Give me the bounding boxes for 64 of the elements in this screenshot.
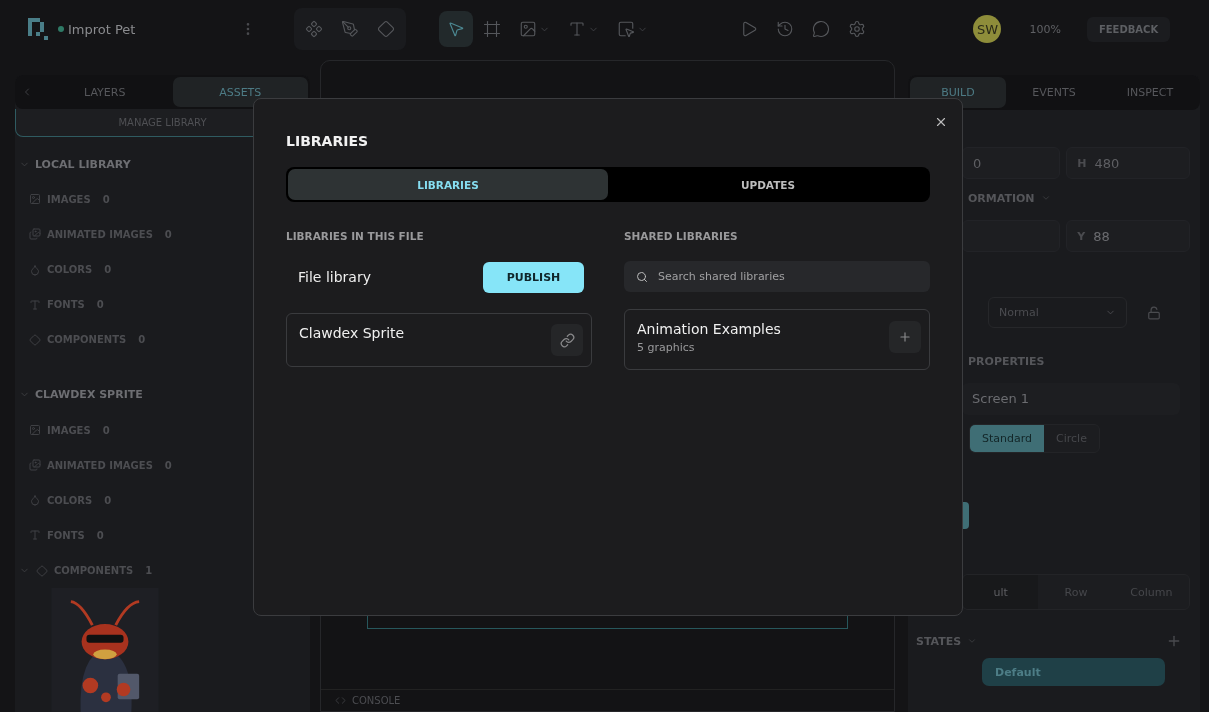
- play-icon: [740, 20, 759, 38]
- close-icon[interactable]: [934, 115, 948, 129]
- add-icon[interactable]: [1166, 633, 1182, 649]
- cursor-box-icon: [617, 20, 636, 38]
- panel-tab[interactable]: EVENTS: [1006, 77, 1102, 108]
- comment-icon: [812, 20, 831, 38]
- library-card[interactable]: Animation Examples 5 graphics: [624, 309, 930, 370]
- x-field[interactable]: [962, 220, 1061, 252]
- feedback-button[interactable]: FEEDBACK: [1086, 16, 1171, 42]
- search-input[interactable]: Search shared libraries: [656, 269, 918, 284]
- pointer-icon: [447, 20, 466, 38]
- add-icon: [898, 330, 912, 344]
- column-heading: LIBRARIES IN THIS FILE: [286, 230, 425, 244]
- search-icon: [636, 270, 648, 283]
- publish-button[interactable]: PUBLISH: [483, 261, 584, 293]
- library-name: Clawdex Sprite: [299, 325, 405, 341]
- image-icon: [519, 20, 538, 38]
- panel-tab[interactable]: INSPECT: [1102, 77, 1198, 108]
- diamond-icon: [29, 333, 41, 346]
- section-heading: STATES: [916, 634, 962, 648]
- section-title: CLAWDEX SPRITE: [35, 388, 143, 402]
- library-card[interactable]: Clawdex Sprite: [286, 313, 592, 367]
- library-count: 5 graphics: [637, 341, 696, 354]
- diamond-icon: [36, 564, 48, 577]
- panel-tab[interactable]: LAYERS: [37, 77, 173, 108]
- file-library-label: File library: [298, 269, 371, 285]
- user-avatar[interactable]: SW: [973, 15, 1002, 43]
- images-icon: [29, 459, 41, 472]
- library-name: Animation Examples: [637, 321, 781, 337]
- frame-icon: [483, 20, 502, 38]
- settings-icon: [848, 20, 867, 38]
- lock-icon[interactable]: [1147, 305, 1161, 320]
- dialog-tab[interactable]: UPDATES: [608, 169, 928, 200]
- layout-option[interactable]: ult: [963, 575, 1039, 609]
- tool-button[interactable]: [439, 11, 474, 47]
- text-icon: [568, 20, 587, 38]
- width-field[interactable]: 0: [962, 147, 1061, 179]
- logo-icon: [28, 18, 50, 40]
- diamond-icon: [377, 20, 396, 38]
- history-icon: [776, 20, 795, 38]
- text-icon: [29, 298, 41, 311]
- drop-icon: [29, 494, 41, 507]
- state-item[interactable]: Default: [982, 658, 1165, 686]
- add-button[interactable]: [889, 321, 921, 353]
- shape-option[interactable]: Standard: [970, 425, 1045, 452]
- dialog-tab[interactable]: LIBRARIES: [288, 169, 608, 200]
- panel-tab[interactable]: ASSETS: [172, 77, 308, 108]
- drop-icon: [29, 263, 41, 276]
- image-icon: [29, 193, 41, 206]
- pen-icon: [341, 20, 360, 38]
- project-title: Improt Pet: [68, 21, 136, 37]
- image-icon: [29, 424, 41, 437]
- component-icon: [305, 20, 324, 38]
- column-heading: SHARED LIBRARIES: [624, 230, 739, 244]
- search-field[interactable]: Search shared libraries: [624, 261, 930, 292]
- console-label[interactable]: CONSOLE: [352, 695, 401, 706]
- link-icon: [559, 332, 575, 348]
- text-icon: [29, 529, 41, 542]
- images-icon: [29, 228, 41, 241]
- zoom-level[interactable]: 100%: [1029, 22, 1061, 36]
- section-heading: PROPERTIES: [968, 354, 1045, 368]
- section-title: LOCAL LIBRARY: [35, 157, 131, 171]
- section-heading: ORMATION: [968, 191, 1035, 205]
- link-button[interactable]: [551, 324, 583, 356]
